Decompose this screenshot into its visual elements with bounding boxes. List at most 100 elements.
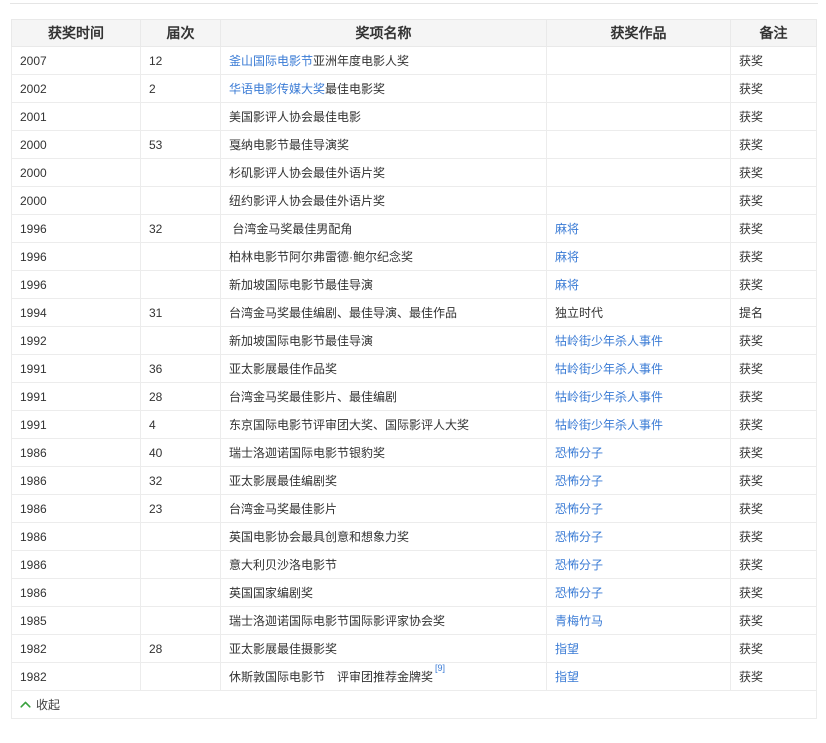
cell-year: 1986 [12, 467, 141, 495]
cell-award: 亚太影展最佳编剧奖 [221, 467, 547, 495]
work-link[interactable]: 指望 [555, 670, 579, 684]
cell-award: 英国国家编剧奖 [221, 579, 547, 607]
cell-work: 指望 [547, 635, 731, 663]
cell-note: 获奖 [731, 159, 817, 187]
award-name-text: 亚太影展最佳编剧奖 [229, 474, 337, 488]
section-divider [10, 3, 818, 4]
col-header-award-time: 获奖时间 [12, 20, 141, 47]
cell-work [547, 103, 731, 131]
cell-work: 独立时代 [547, 299, 731, 327]
cell-year: 1991 [12, 411, 141, 439]
cell-work: 牯岭街少年杀人事件 [547, 355, 731, 383]
award-name-text: 新加坡国际电影节最佳导演 [229, 278, 373, 292]
col-header-edition: 届次 [141, 20, 221, 47]
cell-award: 台湾金马奖最佳编剧、最佳导演、最佳作品 [221, 299, 547, 327]
cell-note: 获奖 [731, 635, 817, 663]
cell-work: 青梅竹马 [547, 607, 731, 635]
cell-award: 休斯敦国际电影节 评审团推荐金牌奖[9] [221, 663, 547, 691]
cell-year: 1982 [12, 635, 141, 663]
work-link[interactable]: 恐怖分子 [555, 502, 603, 516]
cell-note: 获奖 [731, 131, 817, 159]
cell-award: 纽约影评人协会最佳外语片奖 [221, 187, 547, 215]
cell-award: 杉矶影评人协会最佳外语片奖 [221, 159, 547, 187]
work-link[interactable]: 牯岭街少年杀人事件 [555, 418, 663, 432]
cell-award: 意大利贝沙洛电影节 [221, 551, 547, 579]
cell-award: 新加坡国际电影节最佳导演 [221, 271, 547, 299]
cell-work: 恐怖分子 [547, 551, 731, 579]
cell-edition: 28 [141, 635, 221, 663]
award-name-text: 瑞士洛迦诺国际电影节银豹奖 [229, 446, 385, 460]
col-header-note: 备注 [731, 20, 817, 47]
award-entity-link[interactable]: 釜山国际电影节 [229, 54, 313, 68]
award-name-text: 台湾金马奖最佳男配角 [229, 222, 352, 236]
cell-note: 获奖 [731, 47, 817, 75]
work-link[interactable]: 恐怖分子 [555, 530, 603, 544]
cell-note: 获奖 [731, 187, 817, 215]
cell-edition: 28 [141, 383, 221, 411]
cell-work: 牯岭街少年杀人事件 [547, 327, 731, 355]
awards-table-body: 2007 12 釜山国际电影节亚洲年度电影人奖 获奖 2002 2 华语电影传媒… [12, 47, 817, 691]
collapse-row: 收起 [12, 691, 817, 719]
work-link[interactable]: 指望 [555, 642, 579, 656]
cell-edition [141, 187, 221, 215]
table-row: 1985 瑞士洛迦诺国际电影节国际影评家协会奖 青梅竹马 获奖 [12, 607, 817, 635]
work-link[interactable]: 青梅竹马 [555, 614, 603, 628]
cell-note: 获奖 [731, 215, 817, 243]
work-link[interactable]: 牯岭街少年杀人事件 [555, 390, 663, 404]
reference-sup-link[interactable]: [9] [435, 663, 445, 673]
cell-year: 1996 [12, 243, 141, 271]
collapse-button[interactable]: 收起 [20, 696, 60, 713]
table-row: 1986 32 亚太影展最佳编剧奖 恐怖分子 获奖 [12, 467, 817, 495]
table-row: 1996 32 台湾金马奖最佳男配角 麻将 获奖 [12, 215, 817, 243]
cell-note: 获奖 [731, 383, 817, 411]
cell-work: 麻将 [547, 243, 731, 271]
cell-note: 提名 [731, 299, 817, 327]
work-link[interactable]: 恐怖分子 [555, 446, 603, 460]
work-link[interactable]: 麻将 [555, 222, 579, 236]
award-name-text: 东京国际电影节评审团大奖、国际影评人大奖 [229, 418, 469, 432]
cell-note: 获奖 [731, 551, 817, 579]
award-name-text: 瑞士洛迦诺国际电影节国际影评家协会奖 [229, 614, 445, 628]
table-row: 1986 意大利贝沙洛电影节 恐怖分子 获奖 [12, 551, 817, 579]
table-row: 1986 英国国家编剧奖 恐怖分子 获奖 [12, 579, 817, 607]
cell-award: 柏林电影节阿尔弗雷德·鲍尔纪念奖 [221, 243, 547, 271]
awards-table-head: 获奖时间 届次 奖项名称 获奖作品 备注 [12, 20, 817, 47]
work-link[interactable]: 麻将 [555, 278, 579, 292]
cell-award: 釜山国际电影节亚洲年度电影人奖 [221, 47, 547, 75]
cell-award: 亚太影展最佳摄影奖 [221, 635, 547, 663]
cell-year: 1985 [12, 607, 141, 635]
cell-note: 获奖 [731, 355, 817, 383]
work-link[interactable]: 恐怖分子 [555, 474, 603, 488]
award-name-text: 杉矶影评人协会最佳外语片奖 [229, 166, 385, 180]
cell-edition: 12 [141, 47, 221, 75]
cell-work: 恐怖分子 [547, 439, 731, 467]
cell-note: 获奖 [731, 271, 817, 299]
table-row: 1982 休斯敦国际电影节 评审团推荐金牌奖[9] 指望 获奖 [12, 663, 817, 691]
table-row: 1991 36 亚太影展最佳作品奖 牯岭街少年杀人事件 获奖 [12, 355, 817, 383]
cell-year: 2002 [12, 75, 141, 103]
cell-edition [141, 159, 221, 187]
cell-work: 恐怖分子 [547, 495, 731, 523]
work-link[interactable]: 牯岭街少年杀人事件 [555, 362, 663, 376]
award-name-text: 亚太影展最佳作品奖 [229, 362, 337, 376]
award-entity-link[interactable]: 华语电影传媒大奖 [229, 82, 325, 96]
cell-year: 2000 [12, 159, 141, 187]
work-link[interactable]: 麻将 [555, 250, 579, 264]
cell-work [547, 159, 731, 187]
cell-edition: 32 [141, 215, 221, 243]
cell-award: 台湾金马奖最佳男配角 [221, 215, 547, 243]
cell-note: 获奖 [731, 523, 817, 551]
cell-edition [141, 243, 221, 271]
work-link[interactable]: 牯岭街少年杀人事件 [555, 334, 663, 348]
award-name-text: 亚太影展最佳摄影奖 [229, 642, 337, 656]
table-row: 1996 柏林电影节阿尔弗雷德·鲍尔纪念奖 麻将 获奖 [12, 243, 817, 271]
cell-edition: 31 [141, 299, 221, 327]
work-link[interactable]: 恐怖分子 [555, 558, 603, 572]
cell-edition: 23 [141, 495, 221, 523]
work-link[interactable]: 恐怖分子 [555, 586, 603, 600]
cell-work: 恐怖分子 [547, 523, 731, 551]
table-row: 1996 新加坡国际电影节最佳导演 麻将 获奖 [12, 271, 817, 299]
cell-work [547, 131, 731, 159]
cell-year: 2001 [12, 103, 141, 131]
cell-award: 瑞士洛迦诺国际电影节国际影评家协会奖 [221, 607, 547, 635]
